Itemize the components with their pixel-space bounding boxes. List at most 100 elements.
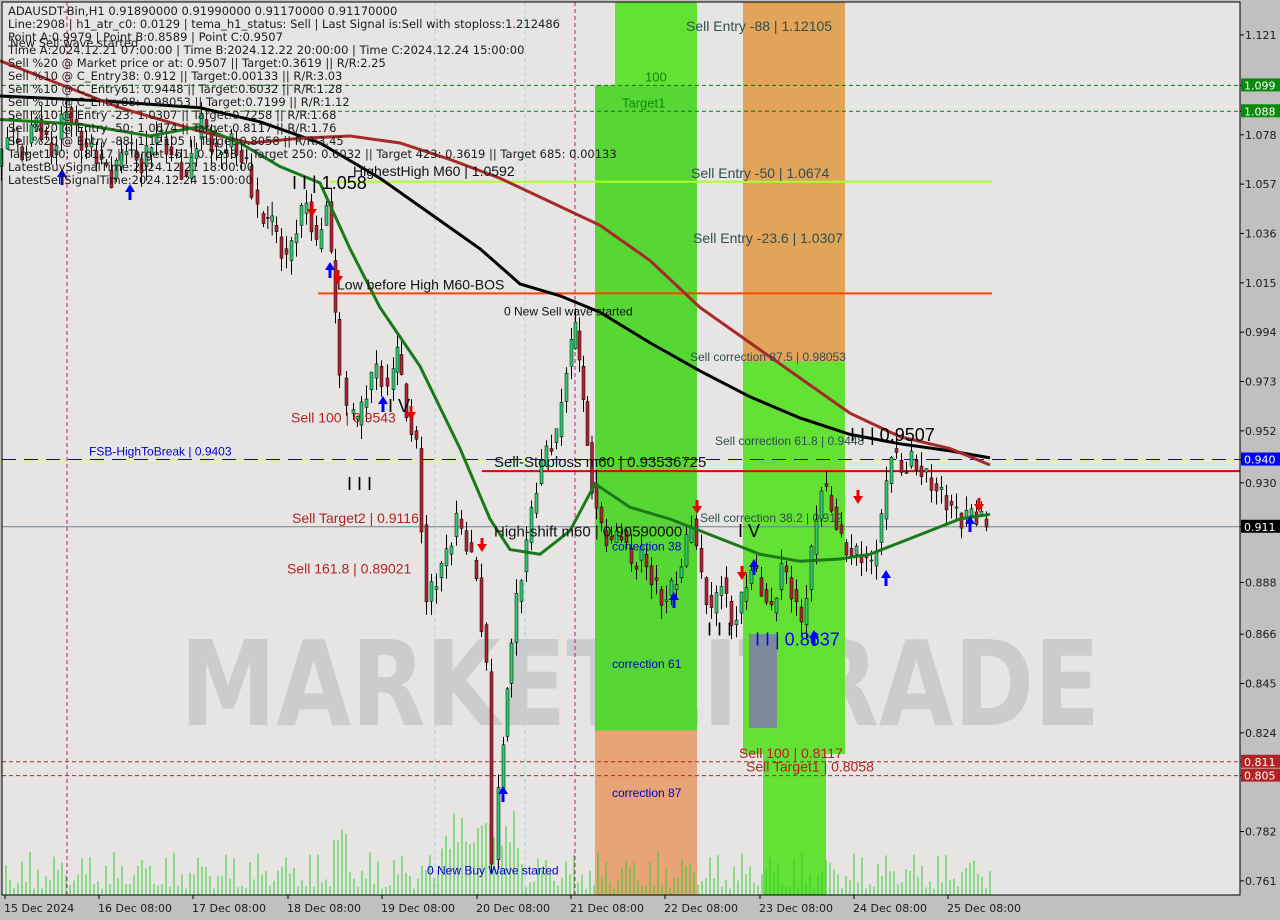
level-label: Sell Target2 | 0.9116: [292, 510, 419, 526]
candle-body: [724, 577, 729, 594]
candle-body: [419, 448, 424, 533]
candle-body: [944, 495, 949, 511]
candle-body: [824, 483, 829, 487]
level-label: Sell 100 | 0.9543: [291, 410, 396, 426]
y-tick-label: 1.078: [1245, 129, 1277, 142]
candle-body: [255, 189, 260, 205]
candle-body: [554, 428, 559, 443]
y-tick-label: 0.824: [1245, 727, 1277, 740]
y-tick-label: 0.973: [1245, 376, 1277, 389]
candle-body: [489, 671, 494, 865]
x-tick-label: 19 Dec 08:00: [381, 902, 455, 915]
candle-body: [739, 591, 744, 614]
price-tag-label: 0.940: [1244, 454, 1276, 467]
price-tag-label: 0.911: [1244, 521, 1276, 534]
candle-body: [514, 593, 519, 643]
wave-label: I I I: [347, 474, 372, 494]
level-label: Sell Entry -50 | 1.0674: [691, 165, 829, 181]
wave-label: I I I: [707, 619, 732, 639]
x-tick-label: 18 Dec 08:00: [287, 902, 361, 915]
candle-body: [585, 401, 590, 446]
candle-body: [505, 688, 510, 737]
candle-body: [294, 233, 299, 244]
y-tick-label: 1.057: [1245, 178, 1277, 191]
level-label: correction 38: [612, 539, 682, 553]
price-tag-label: 0.811: [1244, 756, 1276, 769]
y-tick-label: 0.845: [1245, 678, 1277, 691]
candle-body: [337, 319, 342, 376]
candle-body: [581, 366, 586, 400]
candle-body: [744, 587, 749, 602]
candle-body: [549, 448, 554, 452]
candle-body: [261, 213, 266, 224]
level-label: Sell Entry -88 | 1.12105: [686, 18, 832, 34]
candle-body: [284, 248, 289, 255]
candle-body: [594, 483, 599, 509]
candle-body: [391, 368, 396, 390]
candle-body: [469, 542, 474, 553]
candle-body: [395, 346, 400, 373]
candle-body: [274, 225, 279, 232]
candle-body: [714, 592, 719, 614]
price-tag-label: 1.099: [1244, 79, 1276, 92]
candle-body: [689, 527, 694, 543]
candle-body: [694, 518, 699, 547]
level-label: correction 61: [612, 657, 682, 671]
candle-body: [444, 548, 449, 567]
candle-body: [889, 457, 894, 484]
candle-body: [914, 460, 919, 471]
wave-label: I V: [388, 396, 410, 416]
candle-body: [784, 565, 789, 573]
candle-body: [577, 330, 582, 361]
candle-body: [839, 524, 844, 534]
candle-body: [279, 236, 284, 259]
candle-body: [734, 619, 739, 626]
level-label: 100: [645, 69, 667, 84]
candle-body: [424, 524, 429, 603]
y-tick-label: 0.782: [1245, 826, 1277, 839]
level-label: Sell Entry -23.6 | 1.0307: [693, 230, 843, 246]
candle-body: [564, 372, 569, 402]
time-axis[interactable]: 15 Dec 2024 16 Dec 08:00 17 Dec 08:00 18 De…: [4, 895, 1021, 915]
candle-body: [809, 546, 814, 590]
candle-body: [959, 512, 964, 529]
level-label: Sell correction 61.8 | 0.9448: [715, 434, 865, 448]
candle-body: [599, 507, 604, 524]
candle-body: [399, 354, 404, 375]
x-tick-label: 24 Dec 08:00: [853, 902, 927, 915]
y-tick-label: 0.930: [1245, 477, 1277, 490]
candle-body: [266, 217, 270, 219]
y-tick-label: 1.036: [1245, 227, 1277, 240]
candle-body: [509, 642, 514, 684]
level-label: High-shift m60 | 0.90590000: [494, 523, 682, 540]
candle-body: [669, 579, 674, 596]
candle-body: [934, 483, 939, 492]
candle-body: [899, 460, 904, 473]
candle-body: [369, 371, 374, 390]
candle-body: [799, 606, 804, 623]
x-tick-label: 20 Dec 08:00: [476, 902, 550, 915]
candle-body: [974, 511, 979, 525]
level-label: Low before High M60-BOS: [337, 276, 504, 292]
candle-body: [869, 559, 874, 562]
candle-body: [904, 471, 909, 474]
candle-body: [939, 487, 944, 490]
candle-body: [634, 565, 639, 570]
candle-body: [484, 624, 489, 663]
candle-body: [929, 477, 934, 491]
candle-body: [314, 225, 319, 240]
candle-body: [464, 530, 469, 552]
wave-label: I V: [738, 521, 760, 541]
candle-body: [664, 599, 669, 602]
candle-body: [884, 480, 889, 520]
candle-body: [649, 565, 654, 586]
candle-body: [496, 787, 501, 860]
candle-body: [854, 545, 859, 555]
candle-body: [659, 589, 664, 606]
candle-body: [449, 545, 454, 555]
x-tick-label: 16 Dec 08:00: [98, 902, 172, 915]
candle-body: [949, 501, 954, 506]
y-tick-label: 1.015: [1245, 277, 1277, 290]
price-axis[interactable]: 1.121 1.099 1.088 1.078 1.057 1.036 1.015 0.994…: [1240, 29, 1280, 888]
candle-body: [569, 339, 574, 367]
